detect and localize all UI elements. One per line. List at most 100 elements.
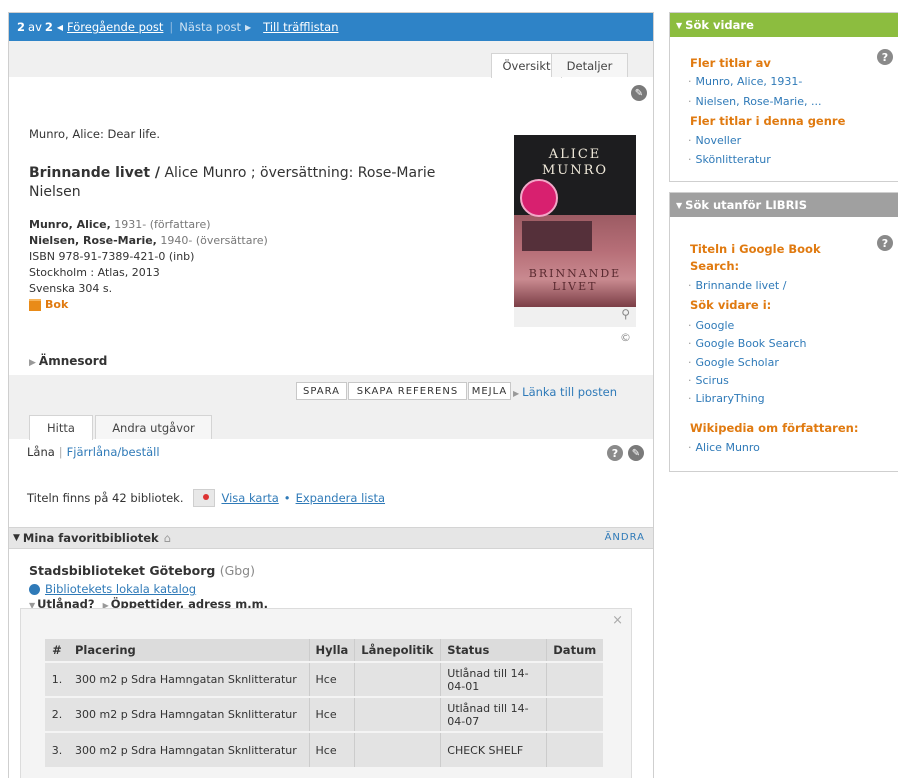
search-outside-header[interactable]: ▼ Sök utanför LIBRIS [670, 193, 898, 217]
search-further-title: Sök vidare [685, 18, 754, 32]
link-google-book-search[interactable]: Google Book Search [688, 337, 807, 350]
table-row: 3. 300 m2 p Sdra Hamngatan Sknlitteratur… [45, 731, 603, 767]
search-further-box: ▼Sök vidare ? Fler titlar av Munro, Alic… [669, 12, 898, 182]
help-icon[interactable]: ? [877, 49, 893, 65]
link-wikipedia-alice-munro[interactable]: Alice Munro [688, 441, 760, 454]
subjects-toggle[interactable]: ▶ Ämnesord [29, 354, 107, 368]
holdings-table: # Placering Hylla Lånepolitik Status Dat… [45, 639, 603, 767]
more-in-genre-heading: Fler titlar i denna genre [690, 114, 846, 128]
author-primary-name: Munro, Alice, [29, 218, 111, 231]
link-librarything[interactable]: LibraryThing [688, 392, 765, 405]
local-catalog-row[interactable]: Bibliotekets lokala katalog [29, 582, 196, 596]
row-placement: 300 m2 p Sdra Hamngatan Sknlitteratur [69, 661, 309, 697]
arrow-circle-icon [29, 583, 40, 595]
cover-copyright: © [620, 331, 631, 344]
link-scirus[interactable]: Scirus [688, 374, 729, 387]
link-google-scholar[interactable]: Google Scholar [688, 356, 779, 369]
link-author-nielsen[interactable]: Nielsen, Rose-Marie, ... [688, 95, 822, 108]
change-favorites-link[interactable]: ÄNDRA [605, 532, 645, 543]
col-number: # [45, 639, 69, 662]
link-genre-skonlitteratur[interactable]: Skönlitteratur [688, 153, 771, 166]
row-placement: 300 m2 p Sdra Hamngatan Sknlitteratur [69, 696, 309, 732]
google-book-heading-1: Titeln i Google Book [690, 242, 821, 256]
cover-author-last: MUNRO [541, 163, 609, 178]
row-number: 1. [45, 661, 69, 697]
library-name: Stadsbiblioteket Göteborg [29, 563, 216, 578]
record-of: av [28, 20, 42, 34]
record-tabs: Översikt Detaljer [9, 41, 653, 78]
show-map-link[interactable]: Visa karta [221, 491, 278, 505]
record-navigation: 2 av 2 ◀ Föregående post | Nästa post ▶ … [9, 13, 653, 41]
create-reference-button[interactable]: SKAPA REFERENS [348, 382, 467, 400]
map-icon[interactable] [193, 489, 216, 507]
link-google[interactable]: Google [688, 319, 735, 332]
wrench-icon[interactable]: ✎ [628, 445, 644, 461]
bullet: • [283, 491, 291, 505]
holdings-header: # Placering Hylla Lånepolitik Status Dat… [45, 639, 603, 662]
expand-list-link[interactable]: Expandera lista [296, 491, 385, 505]
library-name-row: Stadsbiblioteket Göteborg (Gbg) [29, 563, 255, 578]
author-translator-info: 1940- (översättare) [156, 234, 268, 247]
row-policy [354, 661, 441, 697]
row-policy [354, 731, 441, 767]
local-catalog-link[interactable]: Bibliotekets lokala katalog [45, 582, 196, 596]
cover-author-first: ALICE [548, 147, 602, 162]
previous-record-link[interactable]: Föregående post [67, 20, 163, 34]
zoom-icon[interactable]: ⚲ [514, 307, 636, 327]
table-row: 1. 300 m2 p Sdra Hamngatan Sknlitteratur… [45, 661, 603, 697]
link-author-munro[interactable]: Munro, Alice, 1931- [688, 75, 803, 88]
media-type: Bok [29, 297, 268, 313]
nav-divider: | [169, 20, 174, 34]
help-icon[interactable]: ? [877, 235, 893, 251]
row-date [546, 661, 603, 697]
results-list-link[interactable]: Till träfflistan [263, 20, 338, 34]
table-row: 2. 300 m2 p Sdra Hamngatan Sknlitteratur… [45, 696, 603, 732]
help-icon[interactable]: ? [607, 445, 623, 461]
actions-and-find-tabs: SPARA SKAPA REFERENS MEJLA ▶ Länka till p… [9, 375, 653, 440]
row-status: Utlånad till 14-04-01 [440, 661, 547, 697]
email-button[interactable]: MEJLA [468, 382, 511, 400]
tab-find[interactable]: Hitta [29, 415, 93, 440]
tab-details[interactable]: Detaljer [551, 53, 628, 77]
record-position: 2 [17, 20, 26, 34]
author-translator-name: Nielsen, Rose-Marie, [29, 234, 157, 247]
book-icon [29, 299, 41, 311]
google-book-heading-2: Search: [690, 259, 740, 273]
interlibrary-loan-link[interactable]: Fjärrlåna/beställ [67, 445, 160, 459]
book-cover[interactable]: ALICE MUNRO BRINNANDE LIVET [514, 135, 636, 307]
author-primary: Munro, Alice, 1931- (författare) [29, 217, 268, 233]
wikipedia-heading: Wikipedia om författaren: [690, 421, 859, 435]
tab-other-editions[interactable]: Andra utgåvor [95, 415, 212, 439]
borrow-options: Låna | Fjärrlåna/beställ [27, 445, 160, 459]
record-title: Brinnande livet / Alice Munro ; översätt… [29, 164, 489, 202]
link-title-google-books[interactable]: Brinnande livet / [688, 279, 787, 292]
media-type-label: Bok [45, 298, 69, 311]
favorite-libraries-bar[interactable]: ▼ Mina favoritbibliotek ⌂ ÄNDRA [9, 527, 653, 549]
save-button[interactable]: SPARA [296, 382, 347, 400]
triangle-down-icon: ▼ [676, 20, 683, 30]
col-date: Datum [546, 639, 603, 662]
row-policy [354, 696, 441, 732]
col-shelf: Hylla [308, 639, 355, 662]
row-date [546, 696, 603, 732]
triangle-right-icon: ▶ [513, 389, 520, 398]
link-to-record-label: Länka till posten [522, 385, 618, 399]
triangle-right-icon: ▶ [245, 22, 252, 32]
isbn: ISBN 978-91-7389-421-0 (inb) [29, 250, 195, 263]
row-shelf: Hce [308, 661, 355, 697]
col-loan-policy: Lånepolitik [354, 639, 441, 662]
author-translator: Nielsen, Rose-Marie, 1940- (översättare) [29, 233, 268, 249]
link-to-record[interactable]: ▶ Länka till posten [513, 385, 617, 399]
search-outside-box: ▼ Sök utanför LIBRIS ? Titeln i Google Bo… [669, 192, 898, 472]
search-outside-title: Sök utanför LIBRIS [685, 198, 807, 212]
search-further-header[interactable]: ▼ Sök vidare [670, 13, 898, 37]
link-genre-noveller[interactable]: Noveller [688, 134, 742, 147]
language-pages: Svenska 304 s. [29, 282, 113, 295]
row-number: 3. [45, 731, 69, 767]
wrench-icon[interactable]: ✎ [631, 85, 647, 101]
borrow-label: Låna [27, 445, 55, 459]
library-code: (Gbg) [219, 563, 255, 578]
holdings-box: × # Placering Hylla Lånepolitik Status D… [20, 608, 632, 778]
close-icon[interactable]: × [612, 613, 623, 628]
row-number: 2. [45, 696, 69, 732]
